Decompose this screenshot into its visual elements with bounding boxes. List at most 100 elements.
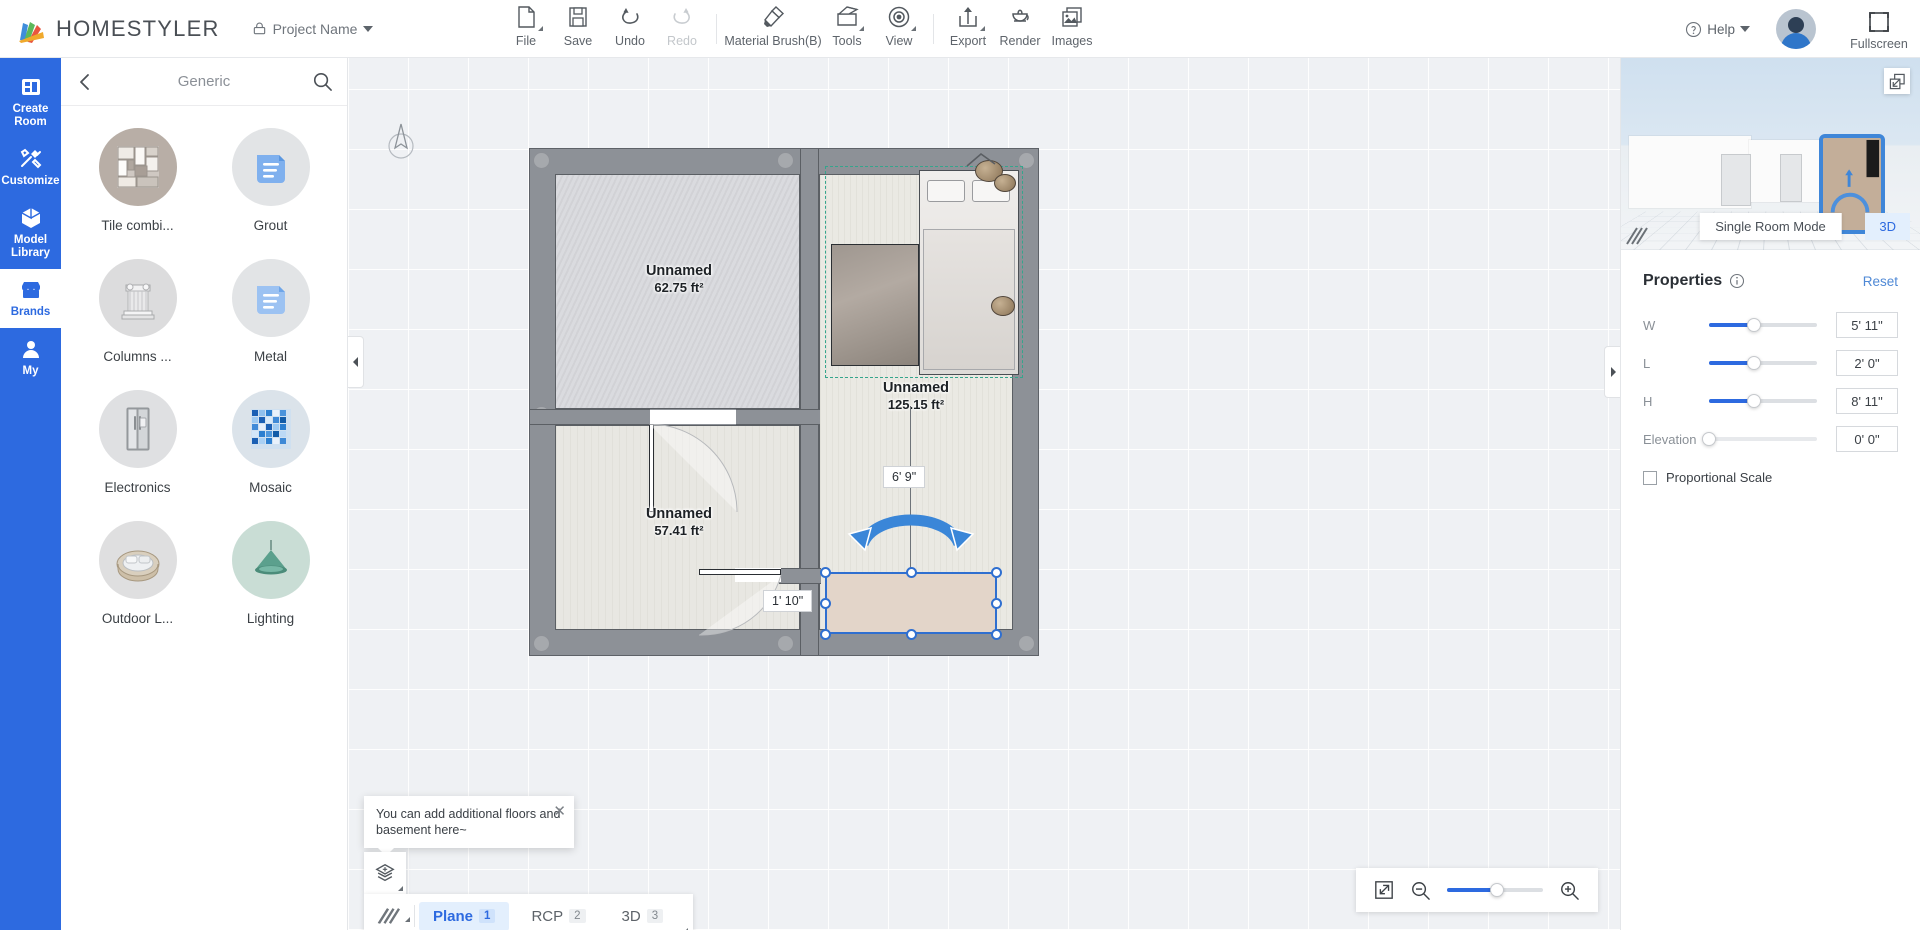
interior-wall-horizontal-left[interactable]	[530, 409, 650, 425]
property-value-w[interactable]: 5' 11"	[1836, 312, 1898, 338]
wall-node[interactable]	[777, 635, 794, 652]
brand-title: HOMESTYLER	[56, 16, 220, 42]
slider-knob[interactable]	[1747, 318, 1761, 332]
preview-door-1	[1721, 154, 1751, 206]
property-slider-elevation[interactable]	[1709, 437, 1817, 441]
sidebar-item-customize-label: Customize	[1, 175, 59, 188]
sidebar-item-model-library[interactable]: ModelLibrary	[0, 197, 61, 269]
dropdown-corner-icon	[859, 26, 864, 31]
room-floor-a[interactable]	[555, 174, 800, 409]
property-label-elevation: Elevation	[1643, 432, 1709, 447]
toolbar-export[interactable]: Export	[942, 0, 994, 48]
toolbar-file[interactable]: File	[500, 0, 552, 48]
sidebar-item-my[interactable]: My	[0, 328, 61, 387]
resize-handle-br[interactable]	[991, 629, 1002, 640]
expand-preview-button[interactable]	[1884, 68, 1910, 94]
toolbar-view[interactable]: View	[873, 0, 925, 48]
info-icon[interactable]	[1729, 273, 1745, 289]
close-icon[interactable]: ✕	[553, 806, 566, 818]
view-3d-button[interactable]: 3D	[1865, 213, 1910, 240]
preview-3d-viewport[interactable]: Single Room Mode 3D	[1621, 58, 1920, 250]
dimension-tag-horizontal[interactable]: 1' 10"	[763, 590, 812, 612]
wall-node[interactable]	[777, 152, 794, 169]
resize-handle-bc[interactable]	[906, 629, 917, 640]
slider-knob[interactable]	[1747, 394, 1761, 408]
catalog-header: Generic	[61, 58, 347, 106]
zoom-slider[interactable]	[1447, 888, 1543, 892]
toolbar-tools[interactable]: Tools	[821, 0, 873, 48]
hatch-icon[interactable]	[364, 906, 414, 926]
rotation-arrow-icon[interactable]	[845, 500, 977, 552]
property-value-l[interactable]: 2' 0"	[1836, 350, 1898, 376]
tab-3d-label: 3D	[622, 908, 641, 925]
catalog-item[interactable]: Metal	[204, 259, 337, 364]
wall-node[interactable]	[1018, 635, 1035, 652]
floor-plan[interactable]: 6' 9" 1' 10" Unnamed 62.75 ft² Unnamed 1…	[529, 148, 1039, 656]
tab-3d-number: 3	[647, 909, 663, 923]
chevron-left-icon[interactable]	[75, 72, 95, 92]
catalog-item[interactable]: Mosaic	[204, 390, 337, 495]
nightstand-lamp[interactable]	[994, 174, 1016, 192]
toolbar-images[interactable]: Images	[1046, 0, 1098, 48]
zoom-out-icon[interactable]	[1410, 880, 1431, 901]
slider-knob[interactable]	[1702, 432, 1716, 446]
zoom-in-icon[interactable]	[1559, 880, 1580, 901]
tab-3d[interactable]: 3D 3	[608, 902, 690, 930]
resize-handle-tc[interactable]	[906, 567, 917, 578]
toolbar-save[interactable]: Save	[552, 0, 604, 48]
homestyler-app: HOMESTYLER Project Name File Save	[0, 0, 1920, 930]
floor-tooltip-text: You can add additional floors and baseme…	[376, 807, 560, 837]
property-slider-w[interactable]	[1709, 323, 1817, 327]
resize-handle-mr[interactable]	[991, 598, 1002, 609]
add-floor-button[interactable]	[364, 852, 406, 894]
collapse-left-panel-button[interactable]	[348, 336, 364, 388]
slider-knob[interactable]	[1747, 356, 1761, 370]
toolbar-undo[interactable]: Undo	[604, 0, 656, 48]
property-slider-h[interactable]	[1709, 399, 1817, 403]
catalog-item-label: Mosaic	[249, 480, 292, 495]
pillow-left	[927, 180, 965, 202]
floorplan-canvas[interactable]: 6' 9" 1' 10" Unnamed 62.75 ft² Unnamed 1…	[348, 58, 1620, 930]
interior-wall-horizontal-right[interactable]	[736, 409, 820, 425]
catalog-item[interactable]: Tile combi...	[71, 128, 204, 233]
catalog-item[interactable]: Lighting	[204, 521, 337, 626]
tab-rcp[interactable]: RCP 2	[517, 902, 599, 930]
property-value-elevation[interactable]: 0' 0"	[1836, 426, 1898, 452]
dimension-tag-vertical[interactable]: 6' 9"	[883, 466, 925, 488]
toolbar-material-brush[interactable]: Material Brush(B)	[725, 0, 821, 48]
reset-button[interactable]: Reset	[1863, 274, 1898, 289]
catalog-item[interactable]: Columns ...	[71, 259, 204, 364]
property-value-h[interactable]: 8' 11"	[1836, 388, 1898, 414]
toolbar-render[interactable]: Render	[994, 0, 1046, 48]
bed-object[interactable]	[919, 170, 1019, 375]
sidebar-item-create-room[interactable]: CreateRoom	[0, 66, 61, 138]
wall-node[interactable]	[533, 152, 550, 169]
resize-handle-ml[interactable]	[820, 598, 831, 609]
resize-handle-tl[interactable]	[820, 567, 831, 578]
rug-object[interactable]	[831, 244, 919, 366]
project-name-menu[interactable]: Project Name	[252, 21, 374, 37]
fit-screen-icon[interactable]	[1374, 880, 1394, 900]
nightstand-bottom[interactable]	[991, 296, 1015, 316]
catalog-item[interactable]: Grout	[204, 128, 337, 233]
fullscreen-button[interactable]: Fullscreen	[1844, 8, 1914, 51]
single-room-mode-button[interactable]: Single Room Mode	[1699, 213, 1842, 240]
resize-handle-bl[interactable]	[820, 629, 831, 640]
help-menu[interactable]: Help	[1685, 21, 1750, 38]
property-slider-l[interactable]	[1709, 361, 1817, 365]
zoom-slider-knob[interactable]	[1490, 883, 1504, 897]
resize-handle-tr[interactable]	[991, 567, 1002, 578]
catalog-item[interactable]: Outdoor L...	[71, 521, 204, 626]
wall-node[interactable]	[533, 635, 550, 652]
proportional-scale-checkbox[interactable]: Proportional Scale	[1643, 470, 1898, 485]
sidebar-item-customize[interactable]: Customize	[0, 138, 61, 197]
interior-wall-stub[interactable]	[779, 568, 821, 584]
tab-plane[interactable]: Plane 1	[419, 902, 509, 930]
sidebar-item-brands[interactable]: Brands	[0, 269, 61, 328]
toolbar-redo[interactable]: Redo	[656, 0, 708, 48]
catalog-item[interactable]: Electronics	[71, 390, 204, 495]
selected-object-bounding-box[interactable]	[825, 572, 997, 634]
user-avatar[interactable]	[1776, 9, 1816, 49]
collapse-right-panel-button[interactable]	[1604, 346, 1620, 398]
search-icon[interactable]	[312, 71, 333, 97]
